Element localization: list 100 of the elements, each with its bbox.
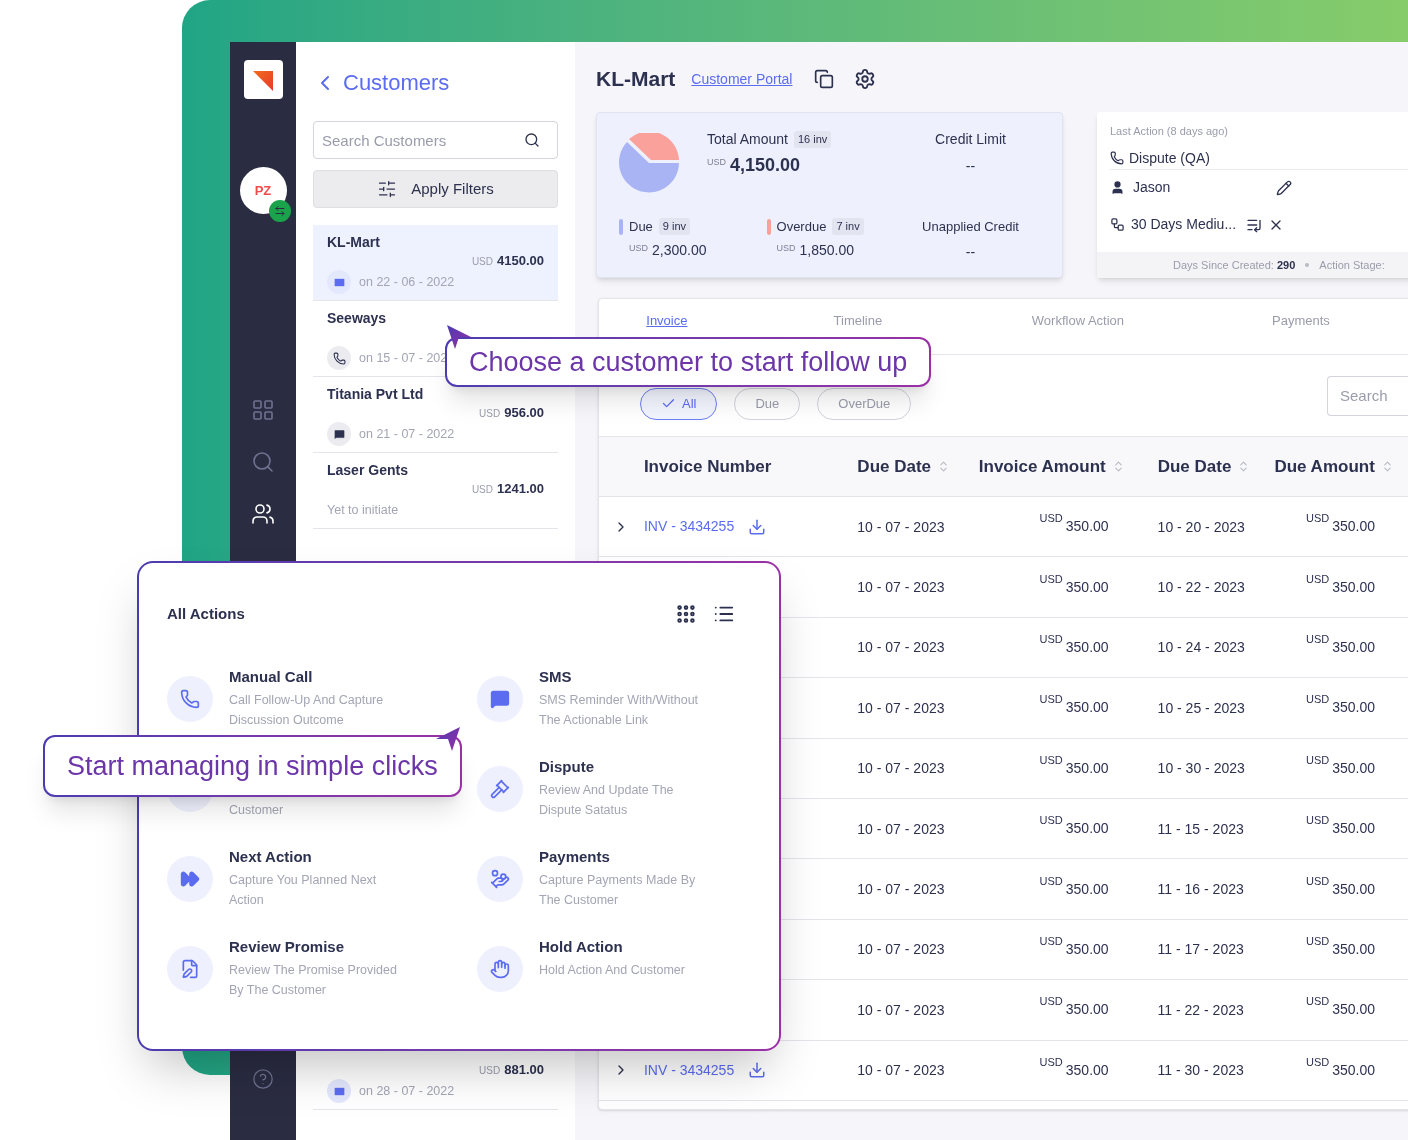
column-label: Invoice Number <box>643 455 772 478</box>
currency-label: USD <box>1039 994 1063 1010</box>
credit-limit-value: -- <box>965 157 976 176</box>
customer-amount: 4150.00 <box>497 252 544 270</box>
currency-label: USD <box>707 156 726 169</box>
invoice-link[interactable]: INV - 3434255 <box>643 516 735 538</box>
currency-label: USD <box>629 242 648 256</box>
table-cell: 10 - 20 - 2023 <box>1157 518 1245 535</box>
table-cell-text: 350.00 <box>1332 517 1375 537</box>
currency-label: USD <box>1305 994 1330 1010</box>
action-description: Review And Update The Dispute Satatus <box>539 781 675 819</box>
currency-label: USD <box>1039 933 1063 949</box>
filter-chip[interactable]: All <box>640 387 718 420</box>
column-label: Due Date <box>1157 455 1232 478</box>
customer-item[interactable]: KL-Mart USD 4150.00 on 22 - 06 - 2022 <box>313 225 558 301</box>
customer-amount: 956.00 <box>504 404 544 422</box>
table-cell: 11 - 17 - 2023 <box>1157 941 1244 958</box>
table-search-field[interactable]: Search <box>1327 375 1408 416</box>
invoice-count: 16 inv <box>793 131 832 148</box>
invoice-link[interactable]: INV - 3434255 <box>643 1059 735 1081</box>
action-title[interactable]: Next Action <box>229 847 407 866</box>
currency-label: USD <box>1039 873 1063 889</box>
action-description: Review The Promise Provided By The Customer <box>229 961 398 999</box>
table-cell-text: 350.00 <box>1065 879 1109 899</box>
table-cell: 10 - 30 - 2023 <box>1157 760 1245 777</box>
part-label: Due <box>629 217 653 236</box>
action-title[interactable]: Manual Call <box>229 667 407 686</box>
currency-label: USD <box>1305 692 1330 708</box>
currency-label: USD <box>1305 813 1330 829</box>
credit-limit-label: Credit Limit <box>935 130 1006 149</box>
unapplied-credit-label: Unapplied Credit <box>922 217 1019 236</box>
customer-status: on 28 - 07 - 2022 <box>359 1082 455 1100</box>
currency-label: USD <box>1039 752 1063 768</box>
table-cell: 10 - 07 - 2023 <box>857 579 945 596</box>
action-description: Capture You Planned Next Action <box>229 871 378 909</box>
last-action-name: Dispute (QA) <box>1129 148 1210 168</box>
currency-label: USD <box>1305 631 1330 647</box>
currency-label: USD <box>1305 511 1330 527</box>
table-cell-text: 350.00 <box>1332 1000 1375 1020</box>
action-title[interactable]: Payments <box>539 847 717 866</box>
part-label: Overdue <box>776 217 827 236</box>
action-description: Capture Payments Made By The Customer <box>539 871 697 909</box>
currency-label: USD <box>1305 571 1330 587</box>
table-cell: 11 - 22 - 2023 <box>1157 1001 1244 1018</box>
table-cell: 10 - 07 - 2023 <box>857 699 945 716</box>
table-cell-text: 350.00 <box>1065 637 1109 657</box>
currency-label: USD <box>1305 873 1330 889</box>
action-title[interactable]: Hold Action <box>539 937 717 956</box>
customer-name: Laser Gents <box>327 462 408 479</box>
table-cell-text: 350.00 <box>1332 939 1375 959</box>
table-cell: 11 - 16 - 2023 <box>1157 881 1244 898</box>
currency-label: USD <box>479 1064 501 1078</box>
action-title[interactable]: SMS <box>539 667 717 686</box>
currency-label: USD <box>1305 752 1330 768</box>
search-field[interactable]: Search Customers <box>313 121 558 159</box>
table-cell-text: 350.00 <box>1332 879 1375 899</box>
table-cell: 10 - 07 - 2023 <box>857 518 945 535</box>
column-label: Due Date <box>857 455 932 478</box>
table-cell: 10 - 22 - 2023 <box>1157 579 1245 596</box>
table-cell-text: 350.00 <box>1332 698 1375 718</box>
unapplied-credit-value: -- <box>965 243 976 263</box>
invoice-count: 9 inv <box>658 218 691 235</box>
table-cell: 10 - 24 - 2023 <box>1157 639 1245 656</box>
currency-label: USD <box>471 255 493 269</box>
table-cell: 10 - 07 - 2023 <box>857 820 945 837</box>
currency-label: USD <box>1039 813 1063 829</box>
table-cell: 10 - 07 - 2023 <box>857 1001 945 1018</box>
column-label: Due Amount <box>1274 455 1375 478</box>
table-cell-text: 350.00 <box>1065 1000 1109 1020</box>
customer-name: KL-Mart <box>327 234 380 251</box>
table-cell-text: 350.00 <box>1065 698 1109 718</box>
table-cell-text: 350.00 <box>1065 1060 1109 1080</box>
table-cell: 10 - 07 - 2023 <box>857 760 945 777</box>
tooltip-text: Start managing in simple clicks <box>67 749 438 783</box>
action-description: Call Follow-Up And Capture Discussion Outcome <box>229 691 385 729</box>
currency-label: USD <box>1039 511 1063 527</box>
table-cell-text: 350.00 <box>1332 1060 1375 1080</box>
footer-stat: Action Stage: <box>1319 257 1385 273</box>
table-cell: 10 - 07 - 2023 <box>857 1062 945 1079</box>
apply-filters-button[interactable]: Apply Filters <box>313 170 558 208</box>
action-title[interactable]: Dispute <box>539 757 717 776</box>
currency-label: USD <box>471 483 493 497</box>
table-cell-text: 350.00 <box>1065 819 1109 839</box>
table-cell: 10 - 25 - 2023 <box>1157 699 1245 716</box>
customer-portal-link[interactable]: Customer Portal <box>691 68 793 90</box>
action-title[interactable]: Review Promise <box>229 937 407 956</box>
user-avatar[interactable]: PZ <box>239 167 287 214</box>
currency-label: USD <box>479 407 501 421</box>
currency-label: USD <box>1039 692 1063 708</box>
currency-label: USD <box>1305 1054 1330 1070</box>
table-cell-text: 350.00 <box>1332 577 1375 597</box>
customer-name: Seeways <box>327 310 387 327</box>
table-cell: 10 - 07 - 2023 <box>857 881 945 898</box>
column-label: Invoice Amount <box>978 455 1106 478</box>
total-label: Total Amount <box>707 130 788 149</box>
currency-label: USD <box>1039 631 1063 647</box>
owner-name: Jason <box>1133 178 1172 197</box>
footer-stat: Days Since Created: 290 <box>1173 257 1296 273</box>
panel-title: Customers <box>343 69 450 97</box>
table-cell: 11 - 15 - 2023 <box>1157 820 1244 837</box>
